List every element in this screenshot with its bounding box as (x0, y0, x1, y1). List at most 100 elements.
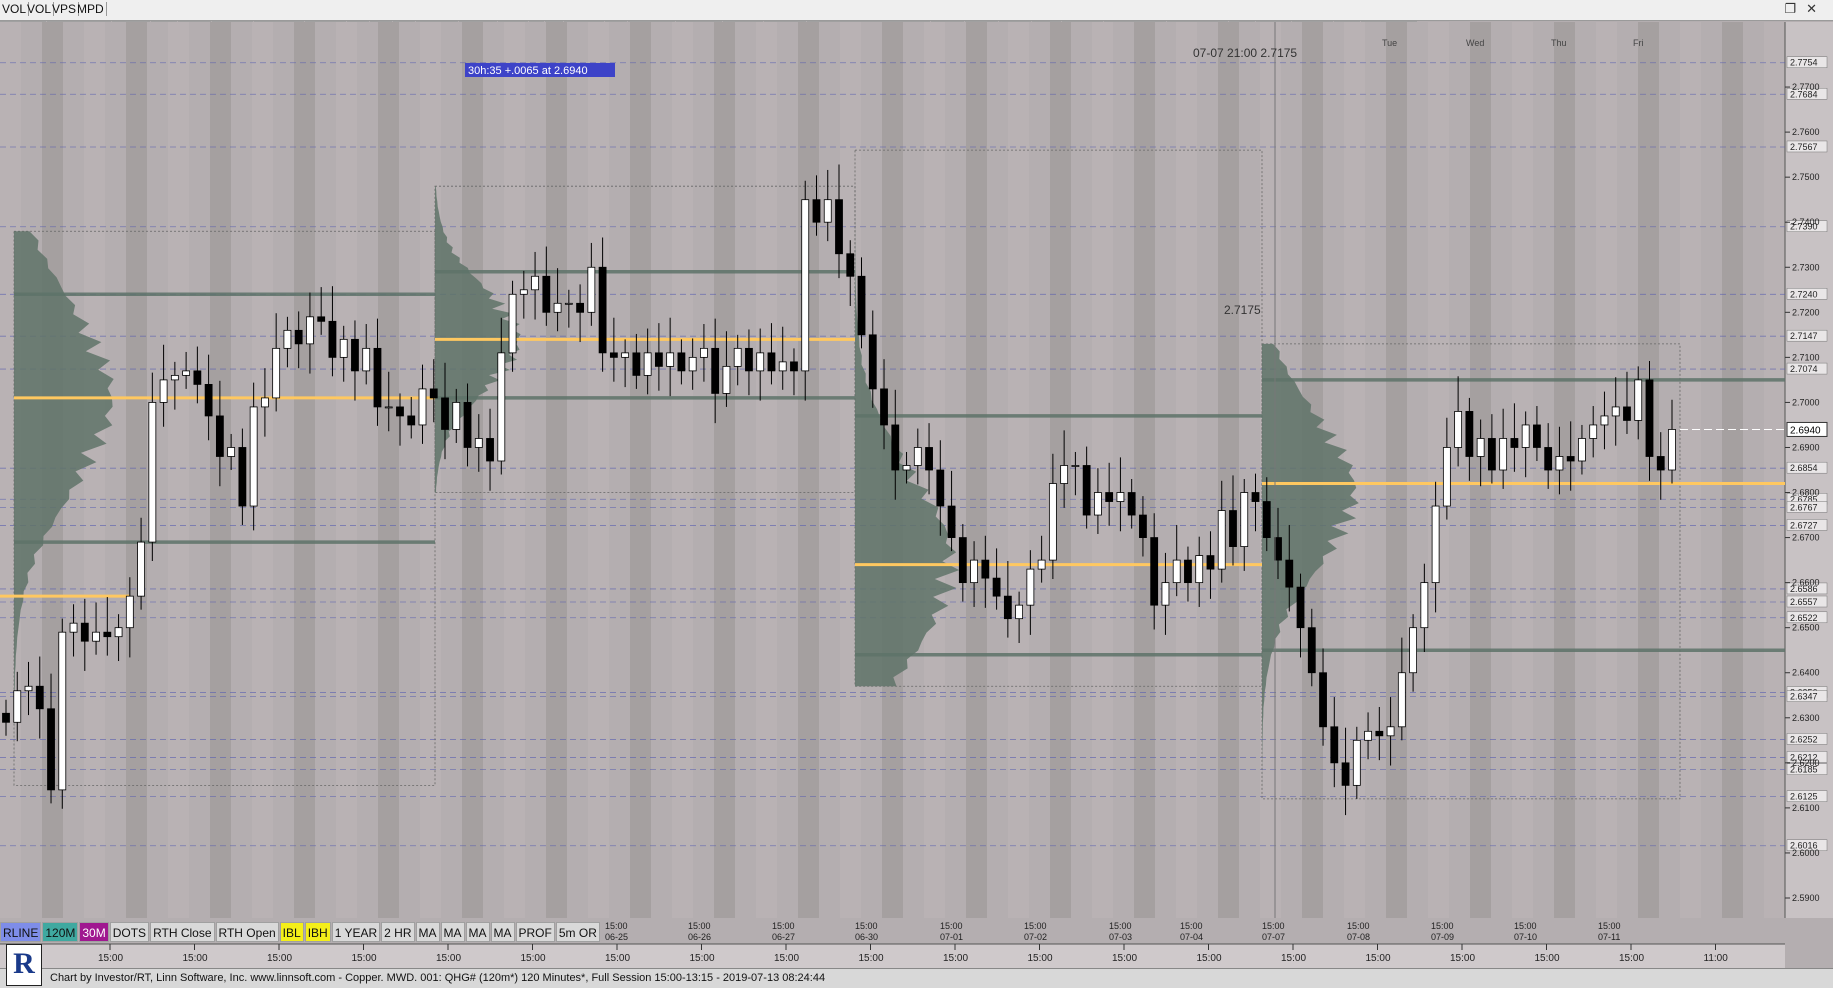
price-level-label: 2.6347 (1790, 692, 1818, 702)
x-axis-label: 11:00 (1704, 953, 1729, 964)
bottom-ma-button[interactable]: MA (415, 922, 440, 942)
candle-body (1127, 492, 1136, 516)
session-column (1764, 22, 1785, 918)
candle-body (1003, 595, 1012, 620)
price-level-label: 2.6125 (1790, 792, 1818, 802)
y-tick-label: 2.6800 (1792, 488, 1820, 498)
y-tick-label: 2.6600 (1792, 578, 1820, 588)
bottom-5m-or-button[interactable]: 5m OR (555, 922, 600, 942)
x-axis-label: 15:00 (1197, 953, 1222, 964)
candle-body (947, 505, 956, 538)
session-column (462, 22, 483, 918)
session-column (1008, 22, 1029, 918)
bottom-rline-button[interactable]: RLINE (0, 922, 42, 942)
candle-body (1094, 492, 1102, 516)
candle-body (182, 370, 191, 376)
candle-body (1341, 762, 1350, 786)
candle-body (429, 388, 438, 399)
candle-body (294, 329, 303, 345)
bottom-rth-close-button[interactable]: RTH Close (150, 922, 215, 942)
candle-body (1274, 537, 1282, 561)
bottom-ma-button[interactable]: MA (490, 922, 515, 942)
x-axis-label: 15:00 (1281, 953, 1306, 964)
candle-body (1251, 492, 1260, 502)
candle-body (1431, 505, 1440, 584)
candle-body (654, 352, 663, 367)
x-time-label: 15:00 (772, 921, 795, 931)
y-tick-label: 2.7600 (1792, 127, 1820, 137)
price-chart[interactable]: 2.77542.76842.75672.73902.72402.71472.70… (0, 0, 1833, 968)
candle-body (1364, 730, 1372, 741)
x-axis-label: 15:00 (352, 953, 377, 964)
x-axis-label: 15:00 (690, 953, 715, 964)
x-axis-label: 15:00 (605, 953, 630, 964)
candle-body (508, 293, 517, 354)
candle-body (1645, 379, 1654, 457)
candle-body (125, 595, 134, 629)
candle-body (339, 338, 348, 358)
candle-body (936, 469, 945, 507)
candle-body (261, 397, 269, 408)
candle-body (767, 352, 776, 372)
y-tick-label: 2.7500 (1792, 172, 1820, 182)
bottom-120m-button[interactable]: 120M (42, 922, 79, 942)
candle-body (35, 685, 44, 710)
session-column (546, 22, 567, 918)
bottom-30m-button[interactable]: 30M (79, 922, 109, 942)
x-time-label: 15:00 (1109, 921, 1132, 931)
session-column (126, 22, 147, 918)
y-tick-label: 2.6500 (1792, 623, 1820, 633)
candle-body (1206, 555, 1215, 570)
bottom-rth-open-button[interactable]: RTH Open (215, 922, 279, 942)
candle-body (1668, 429, 1676, 471)
x-time-label: 15:00 (1024, 921, 1047, 931)
candle-body (249, 406, 258, 507)
candle-body (497, 352, 506, 462)
bottom-2-hr-button[interactable]: 2 HR (381, 922, 415, 942)
candle-body (688, 356, 697, 372)
price-level-label: 2.6252 (1790, 734, 1818, 744)
candle-body (1217, 510, 1226, 570)
x-axis-label: 15:00 (521, 953, 546, 964)
x-date-label: 06-25 (605, 932, 628, 942)
candle-body (362, 347, 371, 372)
candle-body (1150, 537, 1159, 606)
bottom-1-year-button[interactable]: 1 YEAR (331, 922, 381, 942)
candle-body (396, 406, 404, 417)
candle-body (1262, 501, 1271, 538)
candle-body (925, 447, 933, 471)
candle-body (2, 712, 10, 723)
candle-body (283, 329, 292, 349)
candle-body (24, 685, 33, 692)
candle-body (407, 415, 416, 426)
bottom-ibh-button[interactable]: IBH (304, 922, 331, 942)
x-axis-label: 15:00 (267, 953, 292, 964)
bottom-dots-button[interactable]: DOTS (109, 922, 150, 942)
candle-body (1082, 465, 1091, 516)
candle-body (1172, 559, 1181, 584)
candle-body (576, 302, 584, 313)
candle-body (835, 199, 843, 255)
candle-body (666, 352, 675, 367)
bottom-ma-button[interactable]: MA (465, 922, 490, 942)
bottom-ibl-button[interactable]: IBL (279, 922, 304, 942)
x-axis-label: 15:00 (1028, 953, 1053, 964)
session-column (672, 22, 693, 918)
candle-body (880, 388, 888, 426)
candle-body (137, 541, 145, 597)
bottom-indicator-toolbar: RLINE 120M 30M DOTS RTH Close RTH Open IBL IBH 1… (0, 922, 601, 942)
y-tick-label: 2.6100 (1792, 803, 1820, 813)
y-tick-label: 2.6400 (1792, 668, 1820, 678)
candle-body (384, 406, 393, 409)
candle-body (677, 352, 686, 372)
candle-body (474, 438, 483, 448)
price-level-label: 2.7754 (1790, 58, 1818, 68)
investor-rt-logo: R (6, 944, 42, 986)
x-axis-label: 15:00 (1366, 953, 1391, 964)
bottom-prof-button[interactable]: PROF (515, 922, 555, 942)
crosshair-value: 2.7175 (1224, 303, 1261, 317)
bottom-ma-button[interactable]: MA (440, 922, 465, 942)
candle-body (1330, 726, 1339, 764)
x-time-label: 15:00 (605, 921, 628, 931)
x-time-label: 15:00 (1347, 921, 1370, 931)
